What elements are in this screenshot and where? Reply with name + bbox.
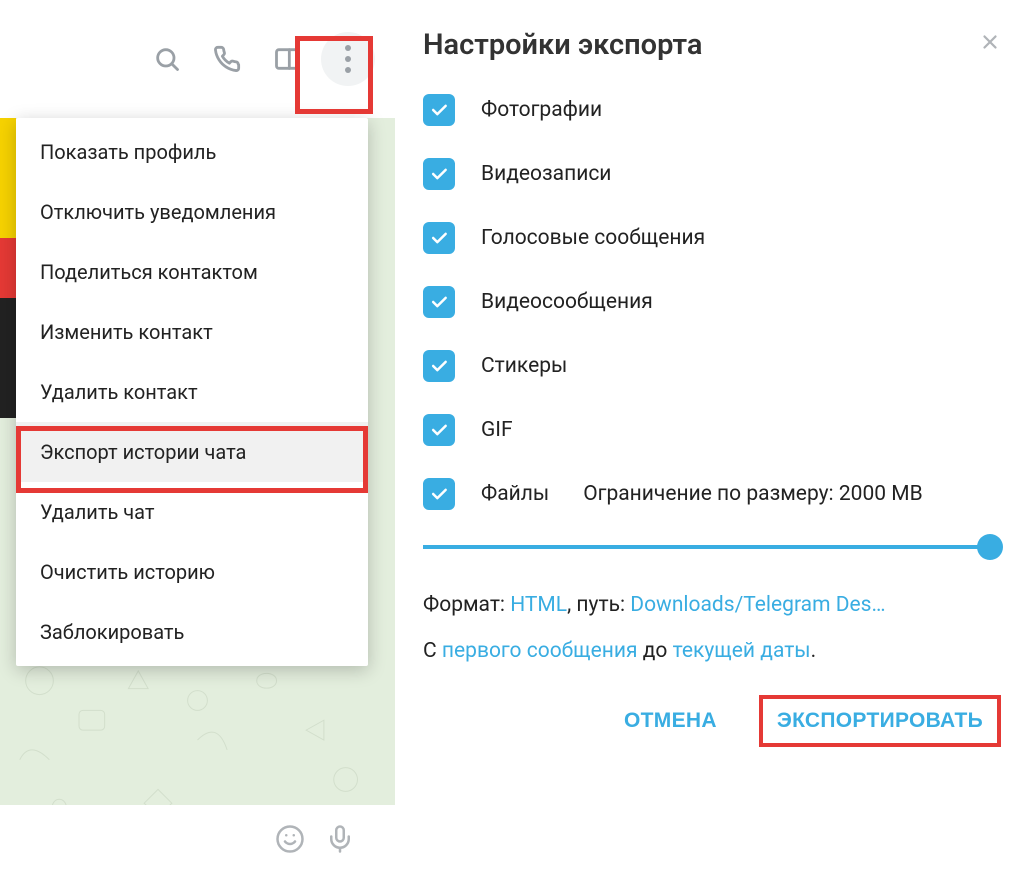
more-vertical-icon <box>345 40 351 78</box>
message-input-bar <box>0 805 395 877</box>
path-label: , путь: <box>567 593 630 617</box>
option-videos[interactable]: Видеозаписи <box>423 158 1001 190</box>
menu-item-share-contact[interactable]: Поделиться контактом <box>16 242 368 302</box>
checkbox-icon <box>423 94 455 126</box>
option-label: Стикеры <box>481 354 567 378</box>
close-icon[interactable] <box>979 30 1001 60</box>
slider-thumb[interactable] <box>977 534 1003 560</box>
date-range-line: С первого сообщения до текущей даты. <box>423 636 1001 668</box>
side-panel-icon[interactable] <box>261 33 313 85</box>
emoji-icon[interactable] <box>275 824 305 858</box>
microphone-icon[interactable] <box>325 824 355 858</box>
option-gif[interactable]: GIF <box>423 414 1001 446</box>
export-options-list: Фотографии Видеозаписи Голосовые сообщен… <box>423 94 1001 510</box>
size-limit-slider[interactable] <box>423 528 1001 566</box>
dialog-actions: ОТМЕНА ЭКСПОРТИРОВАТЬ <box>423 695 1001 747</box>
option-photos[interactable]: Фотографии <box>423 94 1001 126</box>
option-label: GIF <box>481 418 513 442</box>
menu-item-delete-contact[interactable]: Удалить контакт <box>16 362 368 422</box>
checkbox-icon <box>423 286 455 318</box>
menu-item-show-profile[interactable]: Показать профиль <box>16 122 368 182</box>
checkbox-icon <box>423 158 455 190</box>
option-label: Видеозаписи <box>481 162 611 186</box>
menu-item-mute-notifications[interactable]: Отключить уведомления <box>16 182 368 242</box>
more-menu-button[interactable] <box>321 32 375 86</box>
range-mid: до <box>638 639 673 663</box>
path-link[interactable]: Downloads/Telegram Des… <box>630 593 885 617</box>
range-to-link[interactable]: текущей даты <box>673 639 811 663</box>
option-label: Видеосообщения <box>481 290 653 314</box>
size-limit-text: Ограничение по размеру: 2000 MB <box>583 482 923 506</box>
checkbox-icon <box>423 222 455 254</box>
option-stickers[interactable]: Стикеры <box>423 350 1001 382</box>
range-prefix: С <box>423 639 442 663</box>
format-path-line: Формат: HTML, путь: Downloads/Telegram D… <box>423 590 1001 622</box>
chat-window: Показать профиль Отключить уведомления П… <box>0 0 395 877</box>
checkbox-icon <box>423 414 455 446</box>
menu-item-block[interactable]: Заблокировать <box>16 602 368 662</box>
cancel-button[interactable]: ОТМЕНА <box>606 695 735 747</box>
menu-item-export-history[interactable]: Экспорт истории чата <box>16 422 368 482</box>
option-label: Фотографии <box>481 98 602 122</box>
checkbox-icon <box>423 478 455 510</box>
chat-top-bar <box>0 0 395 118</box>
format-label: Формат: <box>423 593 510 617</box>
option-label: Файлы <box>481 482 549 506</box>
call-icon[interactable] <box>201 33 253 85</box>
range-from-link[interactable]: первого сообщения <box>442 639 638 663</box>
format-link[interactable]: HTML <box>510 593 567 617</box>
slider-track <box>423 545 1001 549</box>
option-voice-messages[interactable]: Голосовые сообщения <box>423 222 1001 254</box>
menu-item-delete-chat[interactable]: Удалить чат <box>16 482 368 542</box>
option-label: Голосовые сообщения <box>481 226 705 250</box>
export-settings-dialog: Настройки экспорта Фотографии Видеозапис… <box>395 0 1029 877</box>
dialog-header: Настройки экспорта <box>423 28 1001 62</box>
menu-item-edit-contact[interactable]: Изменить контакт <box>16 302 368 362</box>
range-suffix: . <box>811 639 817 663</box>
dialog-title: Настройки экспорта <box>423 28 703 62</box>
option-video-messages[interactable]: Видеосообщения <box>423 286 1001 318</box>
option-files[interactable]: Файлы Ограничение по размеру: 2000 MB <box>423 478 1001 510</box>
checkbox-icon <box>423 350 455 382</box>
menu-item-clear-history[interactable]: Очистить историю <box>16 542 368 602</box>
chat-photo-edge <box>0 118 16 418</box>
search-icon[interactable] <box>141 33 193 85</box>
chat-context-menu: Показать профиль Отключить уведомления П… <box>16 118 368 666</box>
export-button[interactable]: ЭКСПОРТИРОВАТЬ <box>759 695 1001 747</box>
